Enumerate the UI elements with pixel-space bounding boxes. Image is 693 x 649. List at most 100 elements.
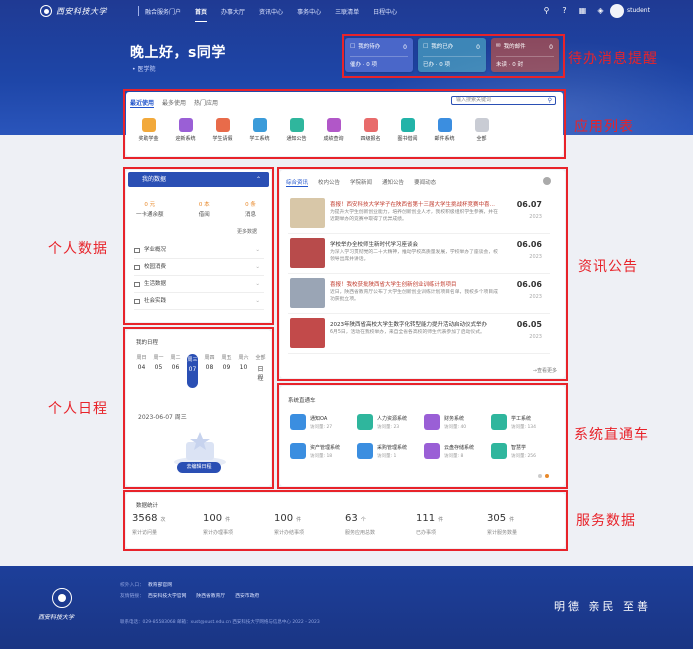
news-item[interactable]: 喜报！我校获批陕西省大学生创新创业训练计划项目 近日，陕西省教育厅公布了大学生创新… [288,274,550,314]
stat-card-balance[interactable]: 0 元一卡通余额 [136,200,164,218]
stat-books[interactable]: 0 本借阅 [199,200,210,218]
tab-most-used[interactable]: 最多使用 [162,98,186,108]
day-item[interactable]: 周日 04 [136,354,147,388]
footer-link[interactable]: 西安市政府 [235,594,259,599]
settings-icon[interactable] [543,177,551,185]
day-item[interactable]: 周一 05 [153,354,164,388]
app-label: 全部 [476,136,487,142]
app-search-input[interactable]: 输入搜索关键词 ⚲ [451,96,556,105]
university-logo[interactable]: 西安科技大学 [40,5,142,17]
app-icon [400,118,415,132]
news-item[interactable]: 2023年陕西省高校大学生数字化转型能力提升活动启动仪式举办 6月5日，活动在我校… [288,314,550,354]
day-item[interactable]: 周四 08 [204,354,215,388]
search-icon[interactable]: ⚲ [548,97,552,104]
news-thumbnail[interactable] [290,198,325,228]
app-item[interactable]: 奖助学金 [132,116,165,150]
skin-icon[interactable]: ◈ [596,6,605,15]
footer-link[interactable]: 教育部官网 [148,583,172,588]
row-practice[interactable]: 社会实践 ⌄ [134,293,264,310]
avatar[interactable] [610,4,624,18]
app-item[interactable]: 四级报名 [354,116,387,150]
todo-card-foot: 催办 · 0 项 [350,56,408,68]
row-consumption[interactable]: 校园消费 ⌄ [134,259,264,276]
news-date: 06.05 [516,320,542,329]
day-item[interactable]: 全部 日程 [255,354,266,388]
todo-card-pending[interactable]: □ 我的待办 0 催办 · 0 项 [345,38,413,72]
nav-home[interactable]: 首页 [195,7,208,22]
system-shortcut[interactable]: 学工系统 访问量: 134 [491,412,552,434]
news-title[interactable]: 喜报！西安科技大学学子在陕西省第十三届大学生挑战杯竞赛中喜获佳绩 [330,200,498,208]
pager-dot-active[interactable] [545,474,549,478]
row-life[interactable]: 生活数据 ⌄ [134,276,264,293]
news-item[interactable]: 学校举办全校师生新时代学习座谈会 为深入学习贯彻党的二十大精神，推动学校高质量发展… [288,234,550,274]
help-icon[interactable]: ? [560,6,569,15]
app-item[interactable]: 成绩查询 [317,116,350,150]
app-item[interactable]: 学生请假 [206,116,239,150]
app-item[interactable]: 图书借阅 [391,116,424,150]
news-thumbnail[interactable] [290,278,325,308]
system-shortcut[interactable]: 采购管理系统 访问量: 1 [357,441,418,463]
row-academic[interactable]: 学业概况 ⌄ [134,242,264,259]
news-thumbnail[interactable] [290,318,325,348]
todo-card-done[interactable]: □ 我的已办 0 已办 · 0 项 [418,38,486,72]
day-item[interactable]: 周二 06 [170,354,181,388]
tab-popular[interactable]: 热门应用 [194,98,218,108]
day-item[interactable]: 周六 10 [238,354,249,388]
app-item[interactable]: 通知公告 [280,116,313,150]
search-icon[interactable]: ⚲ [542,6,551,15]
chevron-up-icon[interactable]: ⌃ [256,172,261,187]
grid-icon[interactable]: ▦ [578,6,587,15]
weekday-label: 周三 [187,357,198,363]
search-placeholder: 输入搜索关键词 [456,97,492,103]
username[interactable]: student [627,7,650,14]
news-title[interactable]: 学校举办全校师生新时代学习座谈会 [330,240,498,248]
system-shortcut[interactable]: 云盘存储系统 访问量: 8 [424,441,485,463]
system-shortcut[interactable]: 人力资源系统 访问量: 23 [357,412,418,434]
pager-dots [538,474,549,478]
system-shortcut[interactable]: 通知OA 访问量: 27 [290,412,351,434]
annotation-service: 服务数据 [576,513,636,529]
news-thumbnail[interactable] [290,238,325,268]
nav-schedule-center[interactable]: 日程中心 [373,7,397,16]
news-title[interactable]: 2023年陕西省高校大学生数字化转型能力提升活动启动仪式举办 [330,320,498,328]
nav-news-center[interactable]: 资讯中心 [259,7,283,16]
personal-data-header[interactable]: 我的数据 ⌃ [128,172,269,187]
app-item[interactable]: 迎新系统 [169,116,202,150]
system-shortcut[interactable]: 财务系统 访问量: 40 [424,412,485,434]
tab-news-notice[interactable]: 通知公告 [382,178,404,187]
footer-link[interactable]: 西安科技大学官网 [148,594,186,599]
todo-card-mail[interactable]: ✉ 我的邮件 0 未读 · 0 封 [491,38,559,72]
nav-service-hall[interactable]: 办事大厅 [221,7,245,16]
pager-dot[interactable] [538,474,542,478]
app-item[interactable]: 学工系统 [243,116,276,150]
system-shortcut[interactable]: 资产管理系统 访问量: 18 [290,441,351,463]
news-title[interactable]: 喜报！我校获批陕西省大学生创新创业训练计划项目 [330,280,498,288]
day-item[interactable]: 周五 09 [221,354,232,388]
tab-news-campus[interactable]: 校内公告 [318,178,340,187]
app-item[interactable]: 邮件系统 [428,116,461,150]
edit-schedule-button[interactable]: 去编辑日程 [177,462,221,473]
tab-news-headlines[interactable]: 要闻动态 [414,178,436,187]
tab-news-general[interactable]: 综合资讯 [286,178,309,187]
app-item[interactable]: 全部 [465,116,498,150]
weekday-label: 周二 [170,355,181,361]
day-number: 08 [205,364,214,371]
nav-affairs-center[interactable]: 事务中心 [297,7,321,16]
system-shortcut[interactable]: 智慧学 访问量: 256 [491,441,552,463]
nav-triple-list[interactable]: 三联清单 [335,7,359,16]
footer-link[interactable]: 陕西省教育厅 [196,594,225,599]
system-icon [491,414,507,430]
tab-news-college[interactable]: 学院新闻 [350,178,372,187]
stat-label: 消息 [244,212,256,218]
tab-recent[interactable]: 最近使用 [130,98,155,108]
annotation-news: 资讯公告 [578,259,638,275]
news-more-link[interactable]: →查看更多 [533,367,557,374]
week-strip: 周日 04 周一 05 周二 06 周三 07 周四 08 周五 09 周六 10 全部 日程 [136,354,266,388]
news-item[interactable]: 喜报！西安科技大学学子在陕西省第十三届大学生挑战杯竞赛中喜获佳绩 为提升大学生创新… [288,194,550,234]
day-selected[interactable]: 周三 07 [187,354,198,388]
day-number: 04 [137,364,146,371]
more-data-link[interactable]: 更多数据 [237,228,257,235]
stat-messages[interactable]: 0 条消息 [245,200,256,218]
nav-portal[interactable]: 融合服务门户 [145,7,181,16]
service-data-panel: 数据统计 3568 次累计访问量 100 件累计办理事项 100 件累计办结事项 63 个服务… [126,493,565,548]
